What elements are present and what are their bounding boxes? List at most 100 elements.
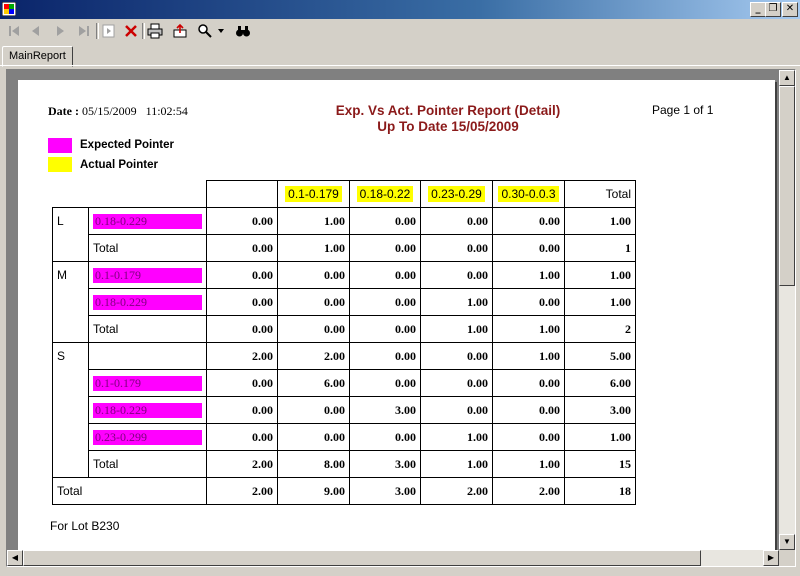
grand-total-row: Total 2.00 9.00 3.00 2.00 2.00 18	[52, 477, 636, 505]
expected-pointer-label: 0.1-0.179	[88, 369, 207, 397]
table-row: M 0.1-0.179 0.00 0.00 0.00 0.00 1.00 1.00	[52, 261, 636, 343]
table-cell: 1.00	[277, 207, 350, 235]
table-cell: 1.00	[492, 450, 565, 478]
table-cell: 3.00	[564, 396, 636, 424]
minimize-button[interactable]: _	[750, 2, 766, 17]
table-cell: 0.00	[349, 288, 421, 316]
table-cell: 2	[564, 315, 636, 343]
report-toolbar	[0, 19, 800, 43]
table-cell: 0.00	[206, 234, 278, 262]
scroll-down-icon[interactable]: ▼	[779, 534, 795, 550]
table-cell: 0.00	[349, 207, 421, 235]
table-cell: 2.00	[206, 450, 278, 478]
column-header: 0.23-0.29	[420, 180, 493, 208]
expected-pointer-label: 0.18-0.229	[88, 207, 207, 235]
first-page-icon[interactable]	[4, 21, 24, 41]
table-cell: 6.00	[564, 369, 636, 397]
date-value: 05/15/2009	[81, 104, 137, 118]
table-cell: 0.00	[420, 207, 493, 235]
horizontal-scroll-thumb[interactable]	[23, 550, 701, 566]
print-icon[interactable]	[145, 21, 165, 41]
zoom-icon[interactable]	[195, 21, 215, 41]
expected-pointer-highlight: 0.1-0.179	[93, 267, 202, 283]
table-row: 0.18-0.229 0.00 0.00 0.00 1.00 0.00 1.00	[53, 288, 636, 316]
table-cell: 2.00	[277, 342, 350, 370]
report-title: Exp. Vs Act. Pointer Report (Detail) Up …	[268, 103, 628, 135]
table-cell: 0.00	[206, 423, 278, 451]
window-title-bar[interactable]: _ ❐ ✕	[0, 0, 800, 19]
previous-page-icon[interactable]	[26, 21, 46, 41]
table-cell: 0.00	[277, 396, 350, 424]
table-cell: 0.00	[277, 288, 350, 316]
table-cell: 0.00	[420, 261, 493, 289]
tab-divider	[0, 65, 800, 66]
scroll-right-icon[interactable]: ▶	[763, 550, 779, 566]
table-header-row: 0.1-0.179 0.18-0.22 0.23-0.29 0.30-0.0.3…	[53, 180, 636, 208]
report-page: Date : 05/15/2009 11:02:54 Exp. Vs Act. …	[18, 80, 775, 552]
table-row: 0.23-0.299 0.00 0.00 0.00 1.00 0.00 1.00	[53, 423, 636, 451]
stop-icon[interactable]	[121, 21, 141, 41]
report-title-line2: Up To Date 15/05/2009	[377, 119, 519, 134]
search-icon[interactable]	[233, 21, 253, 41]
pointer-report-table: 0.1-0.179 0.18-0.22 0.23-0.29 0.30-0.0.3…	[52, 180, 636, 505]
table-row: 0.18-0.229 0.00 0.00 3.00 0.00 0.00 3.00	[53, 396, 636, 424]
vertical-scroll-thumb[interactable]	[779, 86, 795, 286]
last-page-icon[interactable]	[74, 21, 94, 41]
table-cell: 1.00	[492, 342, 565, 370]
table-cell: 0.00	[492, 423, 565, 451]
table-row: 0.1-0.179 0.00 6.00 0.00 0.00 0.00 6.00	[53, 369, 636, 397]
table-cell: 3.00	[349, 396, 421, 424]
column-header: 0.18-0.22	[349, 180, 421, 208]
table-cell: 3.00	[349, 477, 421, 505]
table-cell: 0.00	[206, 315, 278, 343]
grand-total-label: Total	[52, 477, 207, 505]
expected-pointer-label: 0.18-0.229	[88, 288, 207, 316]
table-cell: 0.00	[349, 315, 421, 343]
expected-pointer-label: 0.23-0.299	[88, 423, 207, 451]
close-button[interactable]: ✕	[782, 2, 798, 17]
table-row: S 2.00 2.00 0.00 0.00 1.00 5.00	[52, 342, 636, 478]
table-cell: 15	[564, 450, 636, 478]
zoom-dropdown-icon[interactable]	[215, 21, 227, 41]
expected-pointer-highlight: 0.23-0.299	[93, 429, 202, 445]
report-viewer[interactable]: Date : 05/15/2009 11:02:54 Exp. Vs Act. …	[6, 69, 796, 567]
table-cell: 0.00	[420, 369, 493, 397]
vertical-scrollbar[interactable]: ▲ ▼	[779, 70, 795, 550]
table-cell: 8.00	[277, 450, 350, 478]
goto-page-icon[interactable]	[99, 21, 119, 41]
table-cell: 0.00	[349, 369, 421, 397]
table-cell: 0.00	[277, 315, 350, 343]
expected-pointer-label: 0.18-0.229	[88, 396, 207, 424]
table-cell: 1.00	[420, 315, 493, 343]
table-cell: 0.00	[492, 234, 565, 262]
table-row: L 0.18-0.229 0.00 1.00 0.00 0.00 0.00 1.00	[52, 207, 636, 262]
table-cell: 5.00	[564, 342, 636, 370]
column-header: 0.30-0.0.3	[492, 180, 565, 208]
table-cell: 0.00	[277, 423, 350, 451]
legend-label-expected: Expected Pointer	[80, 139, 174, 151]
subtotal-label: Total	[88, 315, 207, 343]
subtotal-label: Total	[88, 450, 207, 478]
table-cell: 0.00	[206, 288, 278, 316]
scroll-up-icon[interactable]: ▲	[779, 70, 795, 86]
next-page-icon[interactable]	[50, 21, 70, 41]
table-cell: 0.00	[206, 207, 278, 235]
table-cell: 0.00	[349, 423, 421, 451]
report-footer: For Lot B230	[50, 519, 120, 533]
expected-pointer-highlight: 0.18-0.229	[93, 402, 202, 418]
table-cell: 1.00	[420, 288, 493, 316]
restore-button[interactable]: ❐	[765, 2, 781, 17]
scroll-left-icon[interactable]: ◀	[7, 550, 23, 566]
app-icon	[2, 2, 16, 16]
legend-swatch-actual	[48, 157, 72, 172]
expected-pointer-highlight: 0.18-0.229	[93, 213, 202, 229]
table-row: Total 2.00 8.00 3.00 1.00 1.00 15	[53, 450, 636, 478]
table-cell: 6.00	[277, 369, 350, 397]
table-cell: 18	[564, 477, 636, 505]
table-cell: 0.00	[492, 288, 565, 316]
export-icon[interactable]	[170, 21, 190, 41]
horizontal-scrollbar[interactable]: ◀ ▶	[7, 550, 779, 566]
tab-mainreport[interactable]: MainReport	[2, 46, 73, 67]
report-date: Date : 05/15/2009 11:02:54	[48, 104, 188, 119]
table-cell: 0.00	[206, 396, 278, 424]
